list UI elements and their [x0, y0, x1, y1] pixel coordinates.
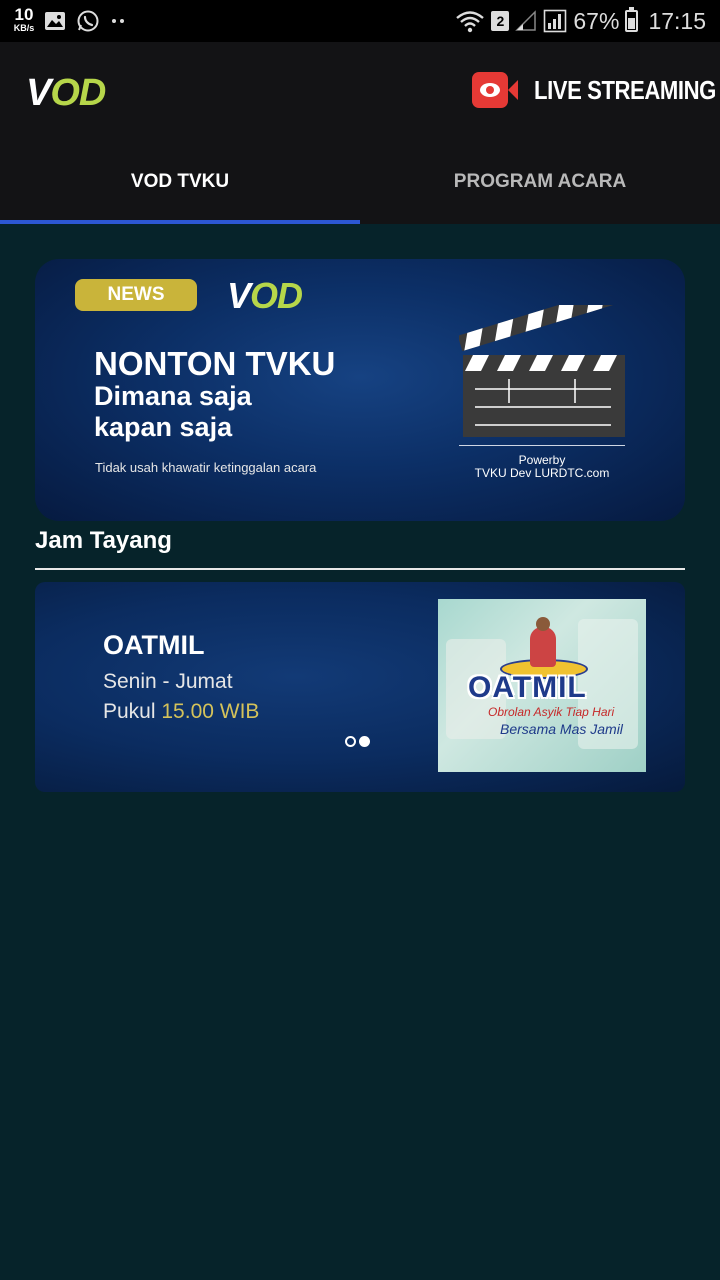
program-time: Pukul 15.00 WIB	[103, 700, 259, 724]
gallery-icon	[45, 12, 65, 30]
tab-program-acara[interactable]: PROGRAM ACARA	[360, 140, 720, 224]
program-time-value: 15.00 WIB	[161, 700, 260, 723]
powered-by: Powerby TVKU Dev LURDTC.com	[459, 445, 625, 480]
banner-line-2: kapan saja	[94, 412, 233, 442]
system-indicators: 2 67% 17:15	[455, 6, 706, 36]
banner-vod-logo: VOD	[227, 275, 303, 317]
vod-logo-od: OD	[50, 72, 106, 114]
network-speed-value: 10	[14, 5, 34, 24]
app-bar: VOD LIVE STREAMING VOD TVKU PROGRAM ACAR…	[0, 42, 720, 224]
whatsapp-icon	[77, 10, 99, 32]
promo-banner[interactable]: NEWS VOD NONTON TVKU Dimana saja kapan s…	[35, 259, 685, 521]
live-streaming-label: LIVE STREAMING	[534, 74, 716, 105]
schedule-card[interactable]: OATMIL Senin - Jumat Pukul 15.00 WIB OAT…	[35, 582, 685, 792]
powered-by-line-2: TVKU Dev LURDTC.com	[474, 466, 610, 480]
video-camera-icon	[472, 72, 520, 108]
more-notifications-icon	[112, 19, 124, 23]
banner-headline: NONTON TVKU	[94, 345, 336, 382]
section-divider	[35, 568, 685, 570]
program-thumbnail[interactable]: OATMIL Obrolan Asyik Tiap Hari Bersama M…	[438, 599, 646, 772]
tab-vod-tvku[interactable]: VOD TVKU	[0, 140, 360, 224]
wifi-icon	[456, 11, 485, 33]
clapperboard-icon	[459, 305, 625, 437]
vod-logo-v: V	[26, 72, 51, 114]
notification-icons	[44, 9, 128, 33]
section-title-jam-tayang: Jam Tayang	[35, 527, 172, 554]
banner-line-1: Dimana saja	[94, 381, 252, 411]
program-days: Senin - Jumat	[103, 670, 233, 693]
tab-bar: VOD TVKU PROGRAM ACARA	[0, 140, 720, 224]
banner-tagline: Tidak usah khawatir ketinggalan acara	[95, 460, 317, 475]
pager-dot[interactable]	[345, 736, 356, 747]
network-speed: 10 KB/s	[10, 6, 38, 33]
sim-slot-badge: 2	[491, 11, 510, 31]
host-figure	[530, 617, 556, 667]
thumbnail-title: OATMIL	[468, 671, 587, 704]
pager-dot-active[interactable]	[359, 736, 370, 747]
thumbnail-subtitle-2: Bersama Mas Jamil	[500, 721, 623, 737]
thumbnail-subtitle-1: Obrolan Asyik Tiap Hari	[488, 705, 615, 719]
status-bar: 10 KB/s 2 67% 17:15	[0, 0, 720, 42]
banner-logo-v: V	[227, 275, 251, 316]
live-streaming-button[interactable]: LIVE STREAMING	[472, 72, 716, 108]
banner-logo-od: OD	[250, 275, 303, 316]
signal-icon	[544, 9, 567, 33]
news-badge: NEWS	[75, 279, 197, 311]
vod-logo[interactable]: VOD	[26, 72, 106, 115]
carousel-pager	[345, 736, 370, 747]
network-speed-unit: KB/s	[13, 23, 35, 33]
battery-percent: 67%	[573, 7, 620, 34]
clock: 17:15	[648, 7, 706, 34]
program-time-prefix: Pukul	[103, 700, 156, 723]
program-name: OATMIL	[103, 630, 205, 660]
battery-icon	[625, 7, 639, 32]
signal-weak-icon	[515, 10, 537, 31]
